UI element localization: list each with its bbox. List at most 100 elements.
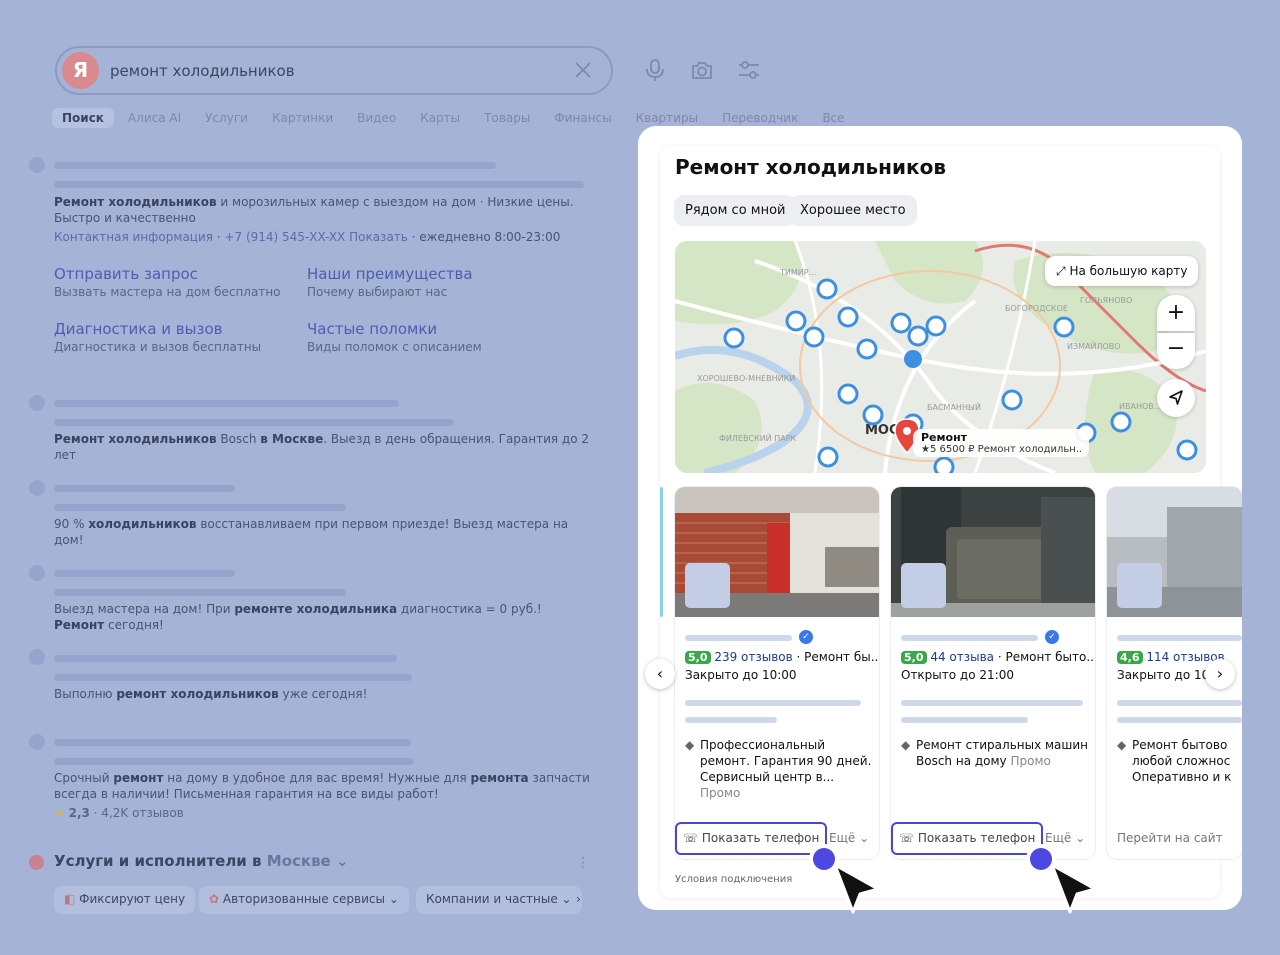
map-marker-label[interactable]: Ремонт ★5 6500 ₽ Ремонт холодильн... [913, 429, 1089, 457]
svg-text:ТИМИР...: ТИМИР... [779, 268, 816, 277]
result-snippet: Выполню ремонт холодильников уже сегодня… [54, 687, 368, 701]
microphone-icon[interactable] [642, 57, 668, 83]
result-snippet: Выезд мастера на дом! При ремонте холоди… [54, 602, 542, 632]
carousel-edge [660, 487, 663, 617]
chip-companies[interactable]: Компании и частные ⌄ [416, 886, 582, 914]
services-icon [29, 855, 44, 870]
zoom-in-button[interactable]: + [1157, 295, 1195, 331]
camera-icon[interactable] [689, 57, 715, 83]
tab-products[interactable]: Товары [474, 108, 540, 128]
map[interactable]: ТИМИР... ГОЛЬЯНОВО ИЗМАЙЛОВО ХОРОШЕВО-МН… [675, 241, 1206, 473]
tab-alice[interactable]: Алиса AI [118, 108, 191, 128]
tab-translator[interactable]: Переводчик [712, 108, 808, 128]
go-to-site-link[interactable]: Перейти на сайт [1117, 831, 1223, 845]
search-tabs: Поиск Алиса AI Услуги Картинки Видео Кар… [52, 108, 855, 128]
address-placeholder [685, 700, 861, 706]
sitelink-description: Вызвать мастера на дом бесплатно [54, 285, 281, 299]
name-placeholder [901, 635, 1038, 641]
carousel-prev-button[interactable]: ‹ [645, 659, 675, 689]
business-card[interactable]: ✓ 5,0 239 отзывов · Ремонт бы... Закрыто… [675, 487, 879, 859]
chips-next-icon[interactable]: › [572, 886, 585, 914]
chip-near-me[interactable]: Рядом со мной [674, 195, 797, 226]
contact-info-link[interactable]: Контактная информация [54, 230, 213, 244]
favicon [29, 395, 45, 411]
price-tag-icon: ◧ [64, 892, 76, 906]
chip-authorized-services[interactable]: ✿ Авторизованные сервисы ⌄ [199, 886, 409, 914]
title-placeholder [54, 485, 235, 492]
tab-maps[interactable]: Карты [410, 108, 470, 128]
star-icon: ★ [54, 806, 65, 820]
more-options-icon[interactable]: ⋮ [576, 855, 590, 871]
favicon [29, 480, 45, 496]
clear-icon[interactable] [571, 58, 595, 82]
tab-video[interactable]: Видео [347, 108, 406, 128]
reviews-link[interactable]: 44 отзыва [930, 650, 994, 664]
chip-fixed-price[interactable]: ◧ Фиксируют цену [54, 886, 196, 914]
sitelink-common-faults[interactable]: Частые поломки [307, 320, 437, 338]
result-rating: ★ 2,3 · 4,2K отзывов [54, 806, 184, 820]
opening-hours: Закрыто до 10:00 [685, 668, 797, 682]
name-placeholder [685, 635, 792, 641]
svg-text:БАСМАННЫЙ: БАСМАННЫЙ [927, 401, 981, 412]
tab-images[interactable]: Картинки [262, 108, 343, 128]
show-phone-button[interactable]: ☏ Показать телефон [891, 822, 1044, 855]
expand-icon: ⤢ [1056, 264, 1066, 278]
verified-icon: ✓ [799, 630, 813, 644]
address-placeholder [901, 700, 1083, 706]
address-placeholder [1117, 700, 1242, 706]
svg-text:ГОЛЬЯНОВО: ГОЛЬЯНОВО [1080, 296, 1132, 305]
address-placeholder [901, 717, 1028, 723]
favicon [29, 565, 45, 581]
business-photo[interactable] [891, 487, 1095, 617]
sitelink-send-request[interactable]: Отправить запрос [54, 265, 198, 283]
url-placeholder [54, 181, 584, 188]
contact-line: Контактная информация · +7 (914) 545-XX-… [54, 230, 561, 244]
url-placeholder [54, 674, 412, 681]
tab-services[interactable]: Услуги [195, 108, 258, 128]
business-logo-placeholder [685, 563, 730, 608]
cursor-pointer-icon [809, 844, 880, 914]
business-photo[interactable] [675, 487, 879, 617]
panel-title: Ремонт холодильников [675, 155, 946, 179]
yandex-logo[interactable]: Я [62, 52, 99, 89]
favicon [29, 734, 45, 750]
filters-icon[interactable] [736, 57, 762, 83]
name-placeholder [1117, 635, 1242, 641]
url-placeholder [54, 504, 346, 511]
address-placeholder [1117, 717, 1242, 723]
locate-button[interactable] [1157, 379, 1195, 417]
svg-text:ИВАНОВ...: ИВАНОВ... [1119, 402, 1161, 411]
zoom-out-button[interactable]: − [1157, 333, 1195, 369]
rating-line: 5,0 44 отзыва · Ремонт быто... [901, 650, 1095, 664]
tab-search[interactable]: Поиск [52, 108, 114, 128]
business-panel: Ремонт холодильников Рядом со мной Хорош… [638, 126, 1242, 910]
svg-text:ИЗМАЙЛОВО: ИЗМАЙЛОВО [1067, 340, 1121, 351]
chevron-down-icon: ⌄ [561, 892, 572, 906]
title-placeholder [54, 400, 399, 407]
chip-good-place[interactable]: Хорошее место [789, 195, 917, 226]
sitelink-diagnostics[interactable]: Диагностика и вызов [54, 320, 222, 338]
rating-line: 4,6 114 отзывов [1117, 650, 1225, 664]
search-input[interactable]: ремонт холодильников [110, 62, 295, 80]
svg-text:БОГОРОДСКОЕ: БОГОРОДСКОЕ [1005, 304, 1068, 313]
promo-text: ◆ Ремонт бытово любой сложнос Оперативно … [1117, 738, 1232, 784]
connection-terms-link[interactable]: Условия подключения [675, 874, 792, 885]
cursor-pointer-icon [1026, 844, 1097, 914]
promo-text: ◆ Профессиональный ремонт. Гарантия 90 дн… [685, 738, 872, 800]
carousel-next-button[interactable]: › [1205, 659, 1235, 689]
tag-icon: ◆ [1117, 738, 1127, 752]
search-bar[interactable]: Я ремонт холодильников [55, 46, 613, 95]
business-photo[interactable] [1107, 487, 1242, 617]
title-placeholder [54, 570, 235, 577]
sitelink-advantages[interactable]: Наши преимущества [307, 265, 473, 283]
tab-all[interactable]: Все [812, 108, 854, 128]
title-placeholder [54, 739, 411, 746]
business-card[interactable]: ✓ 5,0 44 отзыва · Ремонт быто... Открыто… [891, 487, 1095, 859]
tab-apartments[interactable]: Квартиры [626, 108, 708, 128]
tab-finance[interactable]: Финансы [544, 108, 621, 128]
chevron-down-icon: ⌄ [330, 852, 349, 870]
phone-show-link[interactable]: +7 (914) 545-XX-XX Показать [224, 230, 407, 244]
open-big-map-button[interactable]: ⤢ На большую карту [1045, 256, 1199, 286]
services-title[interactable]: Услуги и исполнители в Москве ⌄ [54, 852, 349, 870]
reviews-link[interactable]: 239 отзывов [714, 650, 792, 664]
